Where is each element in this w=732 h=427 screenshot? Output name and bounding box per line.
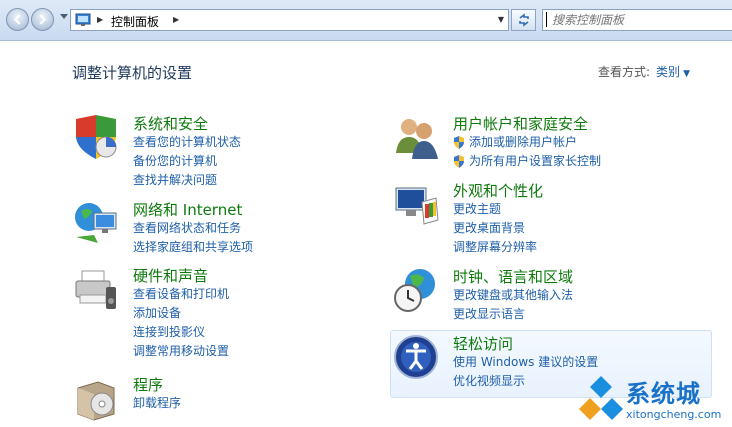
uac-shield-icon — [454, 155, 464, 168]
category-title[interactable]: 程序 — [133, 374, 163, 395]
chevron-down-icon[interactable]: ▼ — [683, 69, 690, 79]
address-dropdown-icon[interactable]: ▼ — [498, 15, 504, 24]
navigation-bar: ▶ 控制面板 ▶ ▼ — [0, 0, 732, 41]
watermark: 系统城 xitongcheng.com — [578, 372, 732, 427]
category-appearance: 外观和个性化 更改主题 更改桌面背景 调整屏幕分辨率 — [392, 180, 692, 260]
link-homegroup-sharing[interactable]: 选择家庭组和共享选项 — [133, 238, 253, 257]
breadcrumb-separator-icon: ▶ — [97, 15, 104, 24]
category-title[interactable]: 轻松访问 — [453, 333, 513, 354]
forward-button[interactable] — [31, 8, 54, 31]
arrow-left-icon — [13, 14, 21, 25]
printer-speaker-icon — [75, 270, 116, 309]
control-panel-icon — [75, 13, 91, 26]
ease-of-access-icon — [394, 335, 438, 379]
link-mobility-settings[interactable]: 调整常用移动设置 — [133, 342, 229, 361]
link-add-remove-accounts[interactable]: 添加或删除用户帐户 — [453, 133, 601, 152]
link-text: 为所有用户设置家长控制 — [469, 154, 602, 168]
text-cursor — [546, 12, 547, 27]
category-title[interactable]: 系统和安全 — [133, 113, 208, 134]
link-text: 添加或删除用户帐户 — [469, 135, 578, 149]
link-keyboard-input[interactable]: 更改键盘或其他输入法 — [453, 286, 573, 305]
category-title[interactable]: 用户帐户和家庭安全 — [453, 113, 588, 134]
category-hardware-sound: 硬件和声音 查看设备和打印机 添加设备 连接到投影仪 调整常用移动设置 — [72, 265, 332, 365]
link-backup-computer[interactable]: 备份您的计算机 — [133, 152, 241, 171]
watermark-url: xitongcheng.com — [626, 408, 722, 421]
view-by-label: 查看方式: — [598, 65, 651, 79]
category-title[interactable]: 网络和 Internet — [133, 199, 242, 220]
programs-box-icon — [77, 381, 115, 421]
link-windows-suggested-settings[interactable]: 使用 Windows 建议的设置 — [453, 353, 598, 372]
category-programs: 程序 卸载程序 — [72, 374, 332, 422]
monitor-palette-icon — [395, 187, 439, 225]
network-globe-icon — [75, 203, 117, 243]
clock-globe-icon — [394, 269, 435, 312]
category-clock-language-region: 时钟、语言和区域 更改键盘或其他输入法 更改显示语言 — [392, 266, 692, 326]
category-title[interactable]: 硬件和声音 — [133, 265, 208, 286]
link-display-language[interactable]: 更改显示语言 — [453, 305, 573, 324]
link-screen-resolution[interactable]: 调整屏幕分辨率 — [453, 238, 537, 257]
link-parental-controls[interactable]: 为所有用户设置家长控制 — [453, 152, 601, 171]
users-icon — [396, 119, 438, 159]
link-troubleshoot[interactable]: 查找并解决问题 — [133, 171, 241, 190]
category-system-security: 系统和安全 查看您的计算机状态 备份您的计算机 查找并解决问题 — [72, 113, 332, 193]
link-change-theme[interactable]: 更改主题 — [453, 200, 537, 219]
arrow-right-icon — [39, 14, 47, 25]
link-uninstall-program[interactable]: 卸载程序 — [133, 394, 181, 413]
link-view-computer-status[interactable]: 查看您的计算机状态 — [133, 133, 241, 152]
category-network-internet: 网络和 Internet 查看网络状态和任务 选择家庭组和共享选项 — [72, 199, 332, 259]
breadcrumb-expand-icon[interactable]: ▶ — [173, 15, 179, 24]
link-add-device[interactable]: 添加设备 — [133, 304, 229, 323]
link-optimize-video-display[interactable]: 优化视频显示 — [453, 372, 598, 391]
view-by-control: 查看方式: 类别 ▼ — [598, 63, 690, 80]
link-view-network-status[interactable]: 查看网络状态和任务 — [133, 219, 253, 238]
view-by-dropdown[interactable]: 类别 — [656, 65, 680, 79]
link-devices-printers[interactable]: 查看设备和打印机 — [133, 285, 229, 304]
breadcrumb-control-panel[interactable]: 控制面板 — [111, 13, 159, 30]
refresh-button[interactable] — [511, 9, 536, 31]
shield-pie-chart-icon — [76, 115, 117, 159]
link-connect-projector[interactable]: 连接到投影仪 — [133, 323, 229, 342]
back-button[interactable] — [6, 8, 29, 31]
category-user-accounts: 用户帐户和家庭安全 添加或删除用户帐户 为所有用户设置家长控制 — [392, 113, 692, 173]
category-title[interactable]: 时钟、语言和区域 — [453, 266, 573, 287]
watermark-logo-icon — [579, 376, 623, 420]
link-desktop-background[interactable]: 更改桌面背景 — [453, 219, 537, 238]
uac-shield-icon — [454, 136, 464, 149]
page-title: 调整计算机的设置 — [72, 64, 193, 82]
category-title[interactable]: 外观和个性化 — [453, 180, 543, 201]
search-input[interactable] — [542, 9, 732, 31]
address-bar[interactable]: ▶ 控制面板 ▶ ▼ — [70, 9, 509, 31]
watermark-brand: 系统城 — [626, 380, 701, 408]
refresh-icon — [518, 13, 529, 27]
recent-pages-dropdown-icon[interactable] — [60, 14, 68, 20]
